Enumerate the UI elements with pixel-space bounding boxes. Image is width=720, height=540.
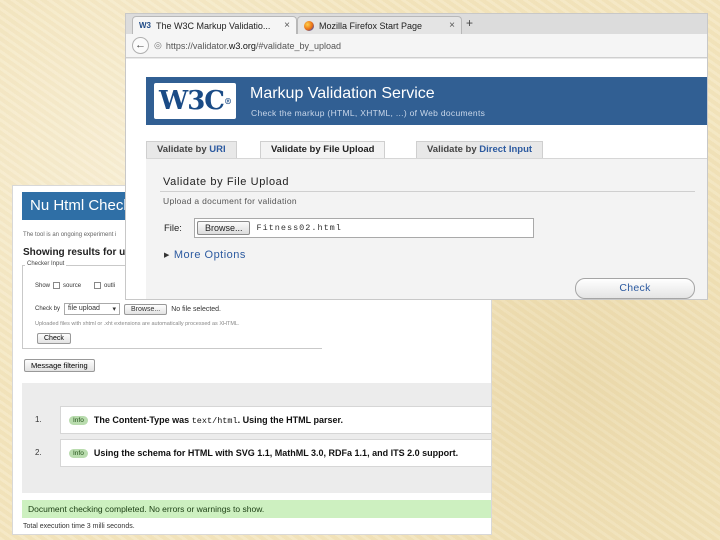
tab-strip: W3 The W3C Markup Validatio... × Mozilla… bbox=[126, 14, 707, 34]
source-label: source bbox=[63, 282, 82, 289]
validator-header: W3C® Markup Validation Service Check the… bbox=[146, 77, 707, 125]
source-checkbox[interactable] bbox=[53, 282, 61, 289]
check-by-label: Check by bbox=[35, 306, 61, 312]
expand-triangle-icon: ▶ bbox=[164, 252, 170, 259]
file-upload-panel: Validate by File Upload Upload a documen… bbox=[146, 158, 707, 299]
url-text: https://validator.w3.org/#validate_by_up… bbox=[165, 40, 341, 51]
outline-label: outli bbox=[104, 282, 116, 289]
messages-area bbox=[22, 383, 491, 493]
info-badge: Info bbox=[69, 415, 88, 425]
panel-subtitle: Upload a document for validation bbox=[163, 196, 297, 206]
validator-page: W3C® Markup Validation Service Check the… bbox=[126, 59, 707, 299]
selected-file-name: Fitness02.html bbox=[256, 223, 342, 233]
file-input[interactable]: Browse... Fitness02.html bbox=[193, 218, 534, 238]
check-button[interactable]: Check bbox=[575, 278, 695, 299]
file-label: File: bbox=[164, 222, 182, 234]
check-by-select[interactable]: file upload ▾ bbox=[64, 303, 121, 315]
browse-button[interactable]: Browse... bbox=[196, 221, 251, 235]
page-subtitle: Check the markup (HTML, XHTML, ...) of W… bbox=[251, 108, 486, 118]
tab-title: The W3C Markup Validatio... bbox=[156, 20, 271, 31]
tab-validate-by-file-upload[interactable]: Validate by File Upload bbox=[260, 141, 386, 159]
show-label: Show bbox=[35, 282, 51, 289]
browser-tab-firefox-start[interactable]: Mozilla Firefox Start Page × bbox=[297, 16, 462, 34]
url-bar[interactable]: ◎ https://validator.w3.org/#validate_by_… bbox=[154, 40, 341, 51]
nu-checker-banner: Nu Html Check bbox=[22, 192, 142, 220]
completion-message: Document checking completed. No errors o… bbox=[22, 500, 491, 518]
list-item: Info The Content-Type was text/html. Usi… bbox=[60, 406, 491, 434]
w3c-favicon-icon: W3 bbox=[139, 21, 151, 30]
message-text: Using the schema for HTML with SVG 1.1, … bbox=[93, 448, 459, 458]
check-button[interactable]: Check bbox=[37, 333, 71, 344]
tab-validate-by-uri[interactable]: Validate by URI bbox=[146, 141, 237, 158]
file-input-row: File: Browse... Fitness02.html bbox=[164, 218, 534, 238]
page-title: Markup Validation Service bbox=[250, 85, 435, 102]
tab-validate-by-direct-input[interactable]: Validate by Direct Input bbox=[416, 141, 544, 158]
globe-icon: ◎ bbox=[154, 40, 162, 50]
results-heading: Showing results for up bbox=[23, 247, 132, 258]
check-by-value: file upload bbox=[68, 305, 100, 312]
show-options-row: Show source outli bbox=[35, 282, 115, 289]
more-options-toggle[interactable]: ▶ More Options bbox=[164, 249, 246, 261]
chevron-down-icon: ▾ bbox=[112, 306, 117, 313]
message-text: The Content-Type was text/html. Using th… bbox=[93, 414, 343, 426]
check-by-row: Check by file upload ▾ Browse... No file… bbox=[35, 303, 221, 315]
tab-title: Mozilla Firefox Start Page bbox=[319, 20, 423, 31]
xhtml-note: Uploaded files with xhtml or .xht extens… bbox=[35, 321, 240, 327]
new-tab-icon[interactable]: + bbox=[466, 16, 473, 30]
outline-checkbox[interactable] bbox=[94, 282, 102, 289]
info-badge: Info bbox=[69, 448, 88, 458]
intro-text: The tool is an ongoing experiment i bbox=[23, 232, 117, 238]
message-number: 1. bbox=[35, 415, 42, 424]
navigation-bar: ← ◎ https://validator.w3.org/#validate_b… bbox=[126, 34, 707, 58]
content-type-code: text/html bbox=[191, 415, 238, 426]
list-item: Info Using the schema for HTML with SVG … bbox=[60, 439, 491, 467]
w3c-logo[interactable]: W3C® bbox=[154, 83, 236, 119]
browse-button[interactable]: Browse... bbox=[124, 303, 168, 315]
message-filtering-button[interactable]: Message filtering bbox=[24, 359, 95, 372]
browser-tab-validator[interactable]: W3 The W3C Markup Validatio... × bbox=[132, 16, 297, 34]
firefox-window-screenshot: W3 The W3C Markup Validatio... × Mozilla… bbox=[126, 14, 707, 299]
close-icon[interactable]: × bbox=[284, 20, 290, 31]
firefox-icon bbox=[304, 20, 314, 31]
close-icon[interactable]: × bbox=[449, 20, 455, 31]
divider bbox=[160, 191, 695, 192]
execution-time: Total execution time 3 milli seconds. bbox=[23, 523, 135, 530]
no-file-text: No file selected. bbox=[171, 305, 222, 313]
checker-input-legend: Checker Input bbox=[25, 261, 67, 267]
message-number: 2. bbox=[35, 448, 42, 457]
back-arrow-icon[interactable]: ← bbox=[132, 37, 149, 54]
panel-title: Validate by File Upload bbox=[163, 176, 290, 188]
